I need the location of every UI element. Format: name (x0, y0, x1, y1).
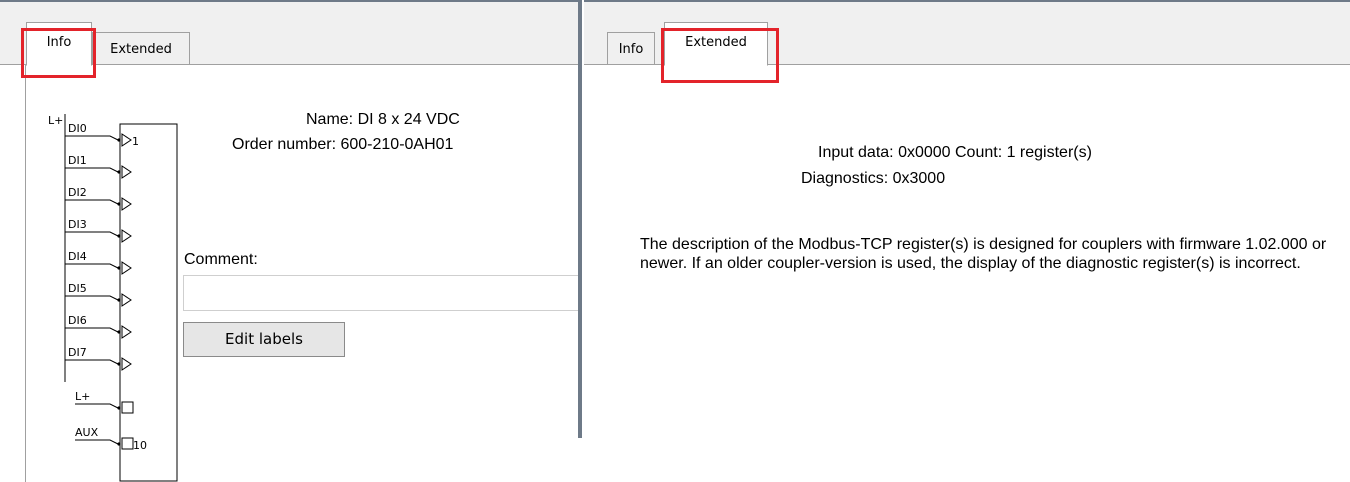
order-number: Order number: 600-210-0AH01 (232, 136, 454, 153)
pin-dot (117, 362, 121, 366)
pin-dot (117, 170, 121, 174)
panel-splitter[interactable] (578, 0, 582, 438)
input-triangle (121, 357, 132, 371)
left-content-border (25, 65, 26, 482)
input-label: DI5 (68, 282, 87, 295)
pin-dot (117, 138, 121, 142)
right-tab-extended[interactable]: Extended (664, 22, 768, 66)
input-label: DI0 (68, 122, 87, 135)
left-panel: Info Extended L+ DI0 1 DI1 DI2 DI3 DI4 DI5 DI6 DI… (0, 0, 578, 482)
comment-input[interactable] (183, 275, 578, 311)
input-triangle (121, 197, 132, 211)
input-label: DI7 (68, 346, 87, 359)
input-triangle (121, 261, 132, 275)
module-name: Name: DI 8 x 24 VDC (306, 111, 460, 128)
input-label: DI6 (68, 314, 87, 327)
input-label: DI3 (68, 218, 87, 231)
bottom-pin-label: AUX (75, 426, 99, 439)
bottom-pin-wire (75, 439, 119, 445)
pin-dot (117, 442, 121, 446)
pin-square (121, 401, 134, 414)
right-panel: Info Extended (584, 0, 1350, 438)
pin-dot (117, 406, 121, 410)
pin-dot (117, 330, 121, 334)
pin-number: 10 (133, 439, 147, 452)
input-label: DI4 (68, 250, 87, 263)
comment-label: Comment: (184, 251, 258, 268)
pin-dot (117, 298, 121, 302)
input-triangle (121, 229, 132, 243)
left-tab-extended[interactable]: Extended (92, 32, 190, 66)
first-output-number: 1 (132, 135, 139, 148)
input-label: DI1 (68, 154, 87, 167)
modbus-description: The description of the Modbus-TCP regist… (640, 236, 1327, 272)
right-tab-info[interactable]: Info (607, 32, 655, 66)
edit-labels-button[interactable]: Edit labels (183, 322, 345, 357)
input-label: DI2 (68, 186, 87, 199)
pin-dot (117, 266, 121, 270)
pin-dot (117, 234, 121, 238)
module-diagram: L+ DI0 1 DI1 DI2 DI3 DI4 DI5 DI6 DI7 L+ AUX 10 (48, 114, 178, 482)
input-triangle (121, 133, 132, 147)
bottom-pin-label: L+ (75, 390, 90, 403)
supply-label: L+ (48, 114, 63, 127)
input-triangle (121, 293, 132, 307)
input-triangle (121, 325, 132, 339)
input-triangle (121, 165, 132, 179)
pin-dot (117, 202, 121, 206)
right-tabstrip: Info Extended (584, 2, 1350, 83)
input-data-text: Input data: 0x0000 Count: 1 register(s) (818, 144, 1092, 161)
left-tabstrip: Info Extended (0, 2, 578, 78)
diagnostics-text: Diagnostics: 0x3000 (801, 170, 946, 187)
bottom-pin-wire (75, 403, 119, 409)
pin-square (121, 437, 134, 450)
left-tab-info[interactable]: Info (26, 22, 92, 66)
